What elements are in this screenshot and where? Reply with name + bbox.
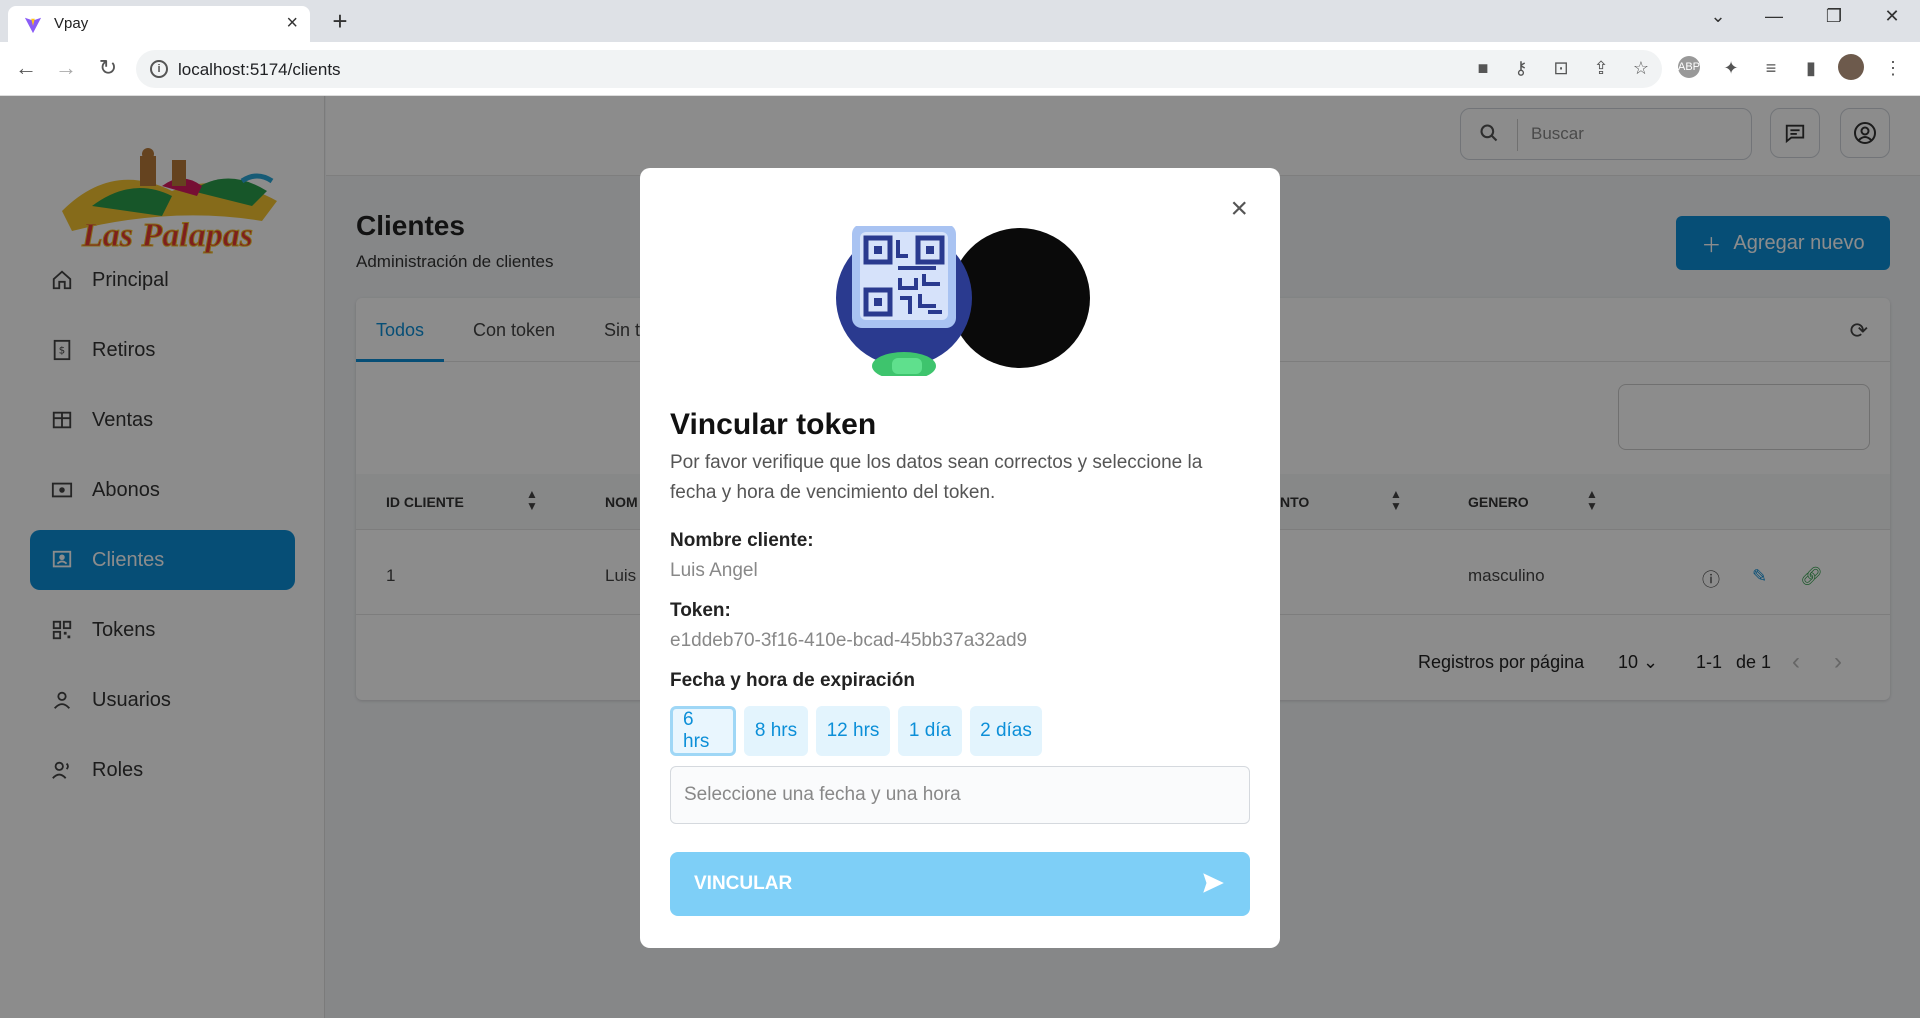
camera-icon[interactable]: ■ bbox=[1470, 58, 1496, 79]
translate-icon[interactable]: ⊡ bbox=[1548, 58, 1574, 79]
restore-icon[interactable]: ❐ bbox=[1814, 6, 1854, 27]
bookmark-star-icon[interactable]: ☆ bbox=[1628, 58, 1654, 79]
sidepanel-icon[interactable]: ▮ bbox=[1798, 58, 1824, 79]
key-icon[interactable]: ⚷ bbox=[1508, 58, 1534, 79]
send-icon bbox=[1203, 873, 1224, 893]
tab-title: Vpay bbox=[54, 15, 89, 32]
preset-2-dias[interactable]: 2 días bbox=[970, 706, 1042, 756]
datetime-input[interactable]: Seleccione una fecha y una hora bbox=[670, 766, 1250, 824]
reload-icon[interactable]: ↻ bbox=[94, 55, 122, 81]
browser-tabbar: Vpay × + ⌄ — ❐ ✕ bbox=[0, 0, 1920, 42]
minimize-icon[interactable]: — bbox=[1754, 6, 1794, 27]
site-info-icon[interactable]: i bbox=[150, 60, 168, 78]
token-value: e1ddeb70-3f16-410e-bcad-45bb37a32ad9 bbox=[670, 630, 1028, 651]
tab-search-chevron-icon[interactable]: ⌄ bbox=[1698, 6, 1738, 27]
close-icon[interactable]: × bbox=[1230, 192, 1248, 226]
modal-title: Vincular token bbox=[670, 408, 877, 441]
expiry-presets: 6 hrs 8 hrs 12 hrs 1 día 2 días bbox=[670, 706, 1042, 756]
expiry-label: Fecha y hora de expiración bbox=[670, 670, 915, 691]
preset-1-dia[interactable]: 1 día bbox=[898, 706, 962, 756]
qr-illustration-icon bbox=[836, 226, 1090, 376]
client-name-label: Nombre cliente: bbox=[670, 530, 814, 551]
vite-logo-icon bbox=[24, 17, 42, 34]
preset-8-hrs[interactable]: 8 hrs bbox=[744, 706, 808, 756]
media-icon[interactable]: ≡ bbox=[1758, 58, 1784, 79]
back-icon[interactable]: ← bbox=[12, 55, 40, 81]
tab-close-icon[interactable]: × bbox=[286, 12, 298, 35]
menu-icon[interactable]: ⋮ bbox=[1880, 58, 1906, 79]
vincular-label: VINCULAR bbox=[694, 873, 793, 894]
address-bar[interactable]: i localhost:5174/clients bbox=[136, 50, 1662, 88]
extensions-icon[interactable]: ✦ bbox=[1718, 58, 1744, 79]
close-icon[interactable]: ✕ bbox=[1872, 6, 1912, 27]
modal-description: Por favor verifique que los datos sean c… bbox=[670, 452, 1203, 503]
client-name-value: Luis Angel bbox=[670, 560, 758, 581]
preset-6-hrs[interactable]: 6 hrs bbox=[670, 706, 736, 756]
token-label: Token: bbox=[670, 600, 731, 621]
preset-12-hrs[interactable]: 12 hrs bbox=[816, 706, 890, 756]
datetime-placeholder: Seleccione una fecha y una hora bbox=[684, 784, 961, 805]
new-tab-button[interactable]: + bbox=[324, 6, 356, 37]
browser-toolbar: ← → ↻ i localhost:5174/clients ■ ⚷ ⊡ ⇪ ☆… bbox=[0, 42, 1920, 96]
profile-avatar[interactable] bbox=[1838, 54, 1864, 80]
forward-icon[interactable]: → bbox=[52, 55, 80, 81]
share-icon[interactable]: ⇪ bbox=[1588, 58, 1614, 79]
url-text: localhost:5174/clients bbox=[178, 60, 341, 79]
browser-tab[interactable]: Vpay × bbox=[8, 6, 310, 42]
vincular-button[interactable]: VINCULAR bbox=[670, 852, 1250, 916]
adblock-icon[interactable]: ABP bbox=[1678, 56, 1700, 78]
link-token-modal: × Vincular token Por favor verifique que… bbox=[640, 168, 1280, 948]
